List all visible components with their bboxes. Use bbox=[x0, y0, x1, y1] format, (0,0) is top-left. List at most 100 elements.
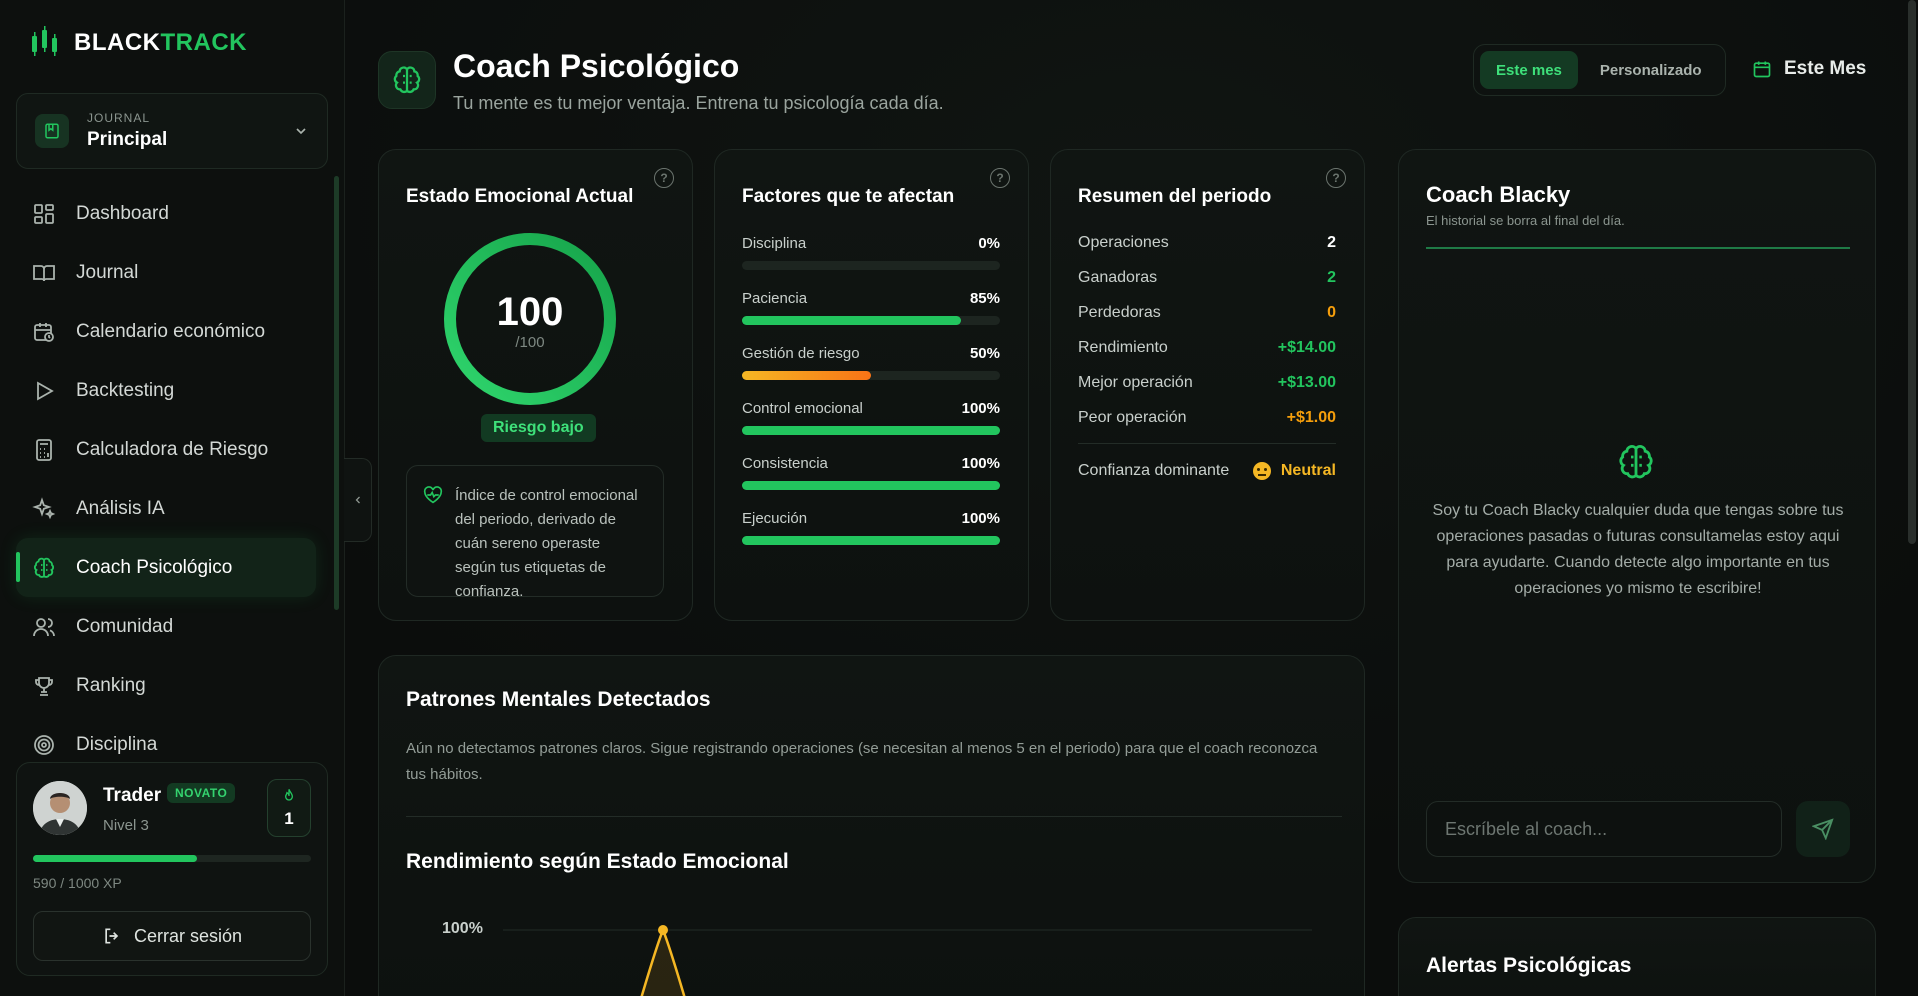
summary-row: Ganadoras 2 bbox=[1078, 269, 1336, 287]
factor-bar bbox=[742, 481, 1000, 490]
factors-card: ? Factores que te afectan Disciplina 0% Pa… bbox=[714, 149, 1029, 621]
factor-row: Disciplina 0% bbox=[742, 235, 1000, 270]
sidebar-item-ranking[interactable]: Ranking bbox=[16, 656, 316, 715]
sidebar-item-dashboard[interactable]: Dashboard bbox=[16, 184, 316, 243]
summary-label: Rendimiento bbox=[1078, 339, 1168, 356]
chart-area-series bbox=[640, 926, 686, 996]
sidebar-item-backtesting[interactable]: Backtesting bbox=[16, 361, 316, 420]
factor-row: Consistencia 100% bbox=[742, 455, 1000, 490]
chat-subtitle: El historial se borra al final del día. bbox=[1426, 213, 1625, 228]
sidebar-item-label: Comunidad bbox=[76, 615, 174, 637]
sidebar-item-label: Análisis IA bbox=[76, 497, 165, 519]
factor-bar-fill bbox=[742, 371, 871, 380]
patterns-text: Aún no detectamos patrones claros. Sigue… bbox=[406, 740, 1318, 783]
sidebar-item-analisis-ia[interactable]: Análisis IA bbox=[16, 479, 316, 538]
users-icon bbox=[33, 617, 55, 636]
avatar-portrait-icon bbox=[33, 781, 87, 835]
neutral-face-icon bbox=[1252, 462, 1271, 480]
sidebar-item-coach-psicologico[interactable]: Coach Psicológico bbox=[16, 538, 316, 597]
summary-value: +$13.00 bbox=[1277, 374, 1336, 391]
chart-peak-point[interactable] bbox=[658, 925, 668, 935]
sidebar-collapse-button[interactable] bbox=[344, 458, 372, 542]
coach-chat-input[interactable] bbox=[1426, 801, 1782, 857]
summary-row: Perdedoras 0 bbox=[1078, 304, 1336, 322]
factor-bar bbox=[742, 371, 1000, 380]
sidebar-item-calculadora[interactable]: Calculadora de Riesgo bbox=[16, 420, 316, 479]
journal-name: Principal bbox=[87, 129, 168, 150]
calendar-clock-icon bbox=[34, 322, 54, 342]
factor-row: Control emocional 100% bbox=[742, 400, 1000, 435]
trophy-icon bbox=[35, 676, 53, 696]
factor-header: Gestión de riesgo 50% bbox=[742, 345, 1000, 362]
factor-header: Paciencia 85% bbox=[742, 290, 1000, 307]
brand-logo[interactable]: BLACKTRACK bbox=[30, 26, 247, 60]
confidence-value: Neutral bbox=[1252, 462, 1336, 480]
factor-bar bbox=[742, 316, 1000, 325]
sidebar-scrollbar[interactable] bbox=[334, 176, 339, 610]
sidebar-item-label: Journal bbox=[76, 261, 139, 283]
send-message-button[interactable] bbox=[1796, 801, 1850, 857]
sidebar-item-comunidad[interactable]: Comunidad bbox=[16, 597, 316, 656]
factor-header: Consistencia 100% bbox=[742, 455, 1000, 472]
sidebar-item-label: Calendario económico bbox=[76, 320, 266, 342]
user-rank-badge: NOVATO bbox=[167, 783, 236, 803]
confidence-row: Confianza dominante Neutral bbox=[1078, 462, 1336, 480]
help-icon[interactable]: ? bbox=[654, 168, 674, 188]
streak-counter[interactable]: 1 bbox=[267, 779, 311, 837]
factor-label: Disciplina bbox=[742, 235, 807, 252]
emotional-state-card: ? Estado Emocional Actual 100 /100 Riesg… bbox=[378, 149, 693, 621]
factor-header: Control emocional 100% bbox=[742, 400, 1000, 417]
heart-pulse-icon bbox=[423, 486, 443, 504]
confidence-value-text: Neutral bbox=[1280, 462, 1336, 479]
target-icon bbox=[34, 734, 54, 755]
factor-bar bbox=[742, 536, 1000, 545]
page-subtitle: Tu mente es tu mejor ventaja. Entrena tu… bbox=[453, 93, 944, 113]
logout-label: Cerrar sesión bbox=[133, 925, 243, 946]
emotional-info-box: Índice de control emocional del periodo,… bbox=[406, 465, 664, 600]
summary-label: Mejor operación bbox=[1078, 374, 1193, 391]
factor-value: 50% bbox=[969, 345, 1000, 362]
factor-row: Ejecución 100% bbox=[742, 510, 1000, 545]
send-icon bbox=[1812, 818, 1834, 840]
summary-divider bbox=[1078, 443, 1336, 444]
factor-label: Gestión de riesgo bbox=[742, 345, 860, 362]
emotional-gauge: 100 /100 bbox=[441, 230, 619, 408]
user-name: Trader bbox=[103, 785, 162, 806]
performance-title: Rendimiento según Estado Emocional bbox=[406, 850, 789, 873]
card-title: Estado Emocional Actual bbox=[406, 186, 634, 207]
summary-value: +$1.00 bbox=[1286, 409, 1336, 426]
factor-bar-fill bbox=[742, 481, 1000, 490]
factor-bar bbox=[742, 261, 1000, 270]
factor-bar-fill bbox=[742, 316, 962, 325]
brain-icon bbox=[1619, 445, 1653, 479]
journal-selector[interactable]: JOURNAL Principal bbox=[16, 93, 328, 169]
brand-name: BLACKTRACK bbox=[74, 29, 247, 56]
logout-button[interactable]: Cerrar sesión bbox=[33, 911, 311, 961]
avatar[interactable] bbox=[33, 781, 87, 835]
sidebar-item-label: Backtesting bbox=[76, 379, 175, 401]
sidebar-item-calendario[interactable]: Calendario económico bbox=[16, 302, 316, 361]
date-range-toggle: Este mes Personalizado bbox=[1473, 44, 1726, 96]
gauge-max: /100 bbox=[515, 334, 545, 351]
app-root: BLACKTRACK JOURNAL Principal Dashboard J… bbox=[0, 0, 1918, 996]
summary-value: 2 bbox=[1327, 234, 1336, 251]
performance-chart bbox=[503, 925, 1312, 996]
range-option-este-mes[interactable]: Este mes bbox=[1480, 51, 1578, 89]
factor-header: Disciplina 0% bbox=[742, 235, 1000, 252]
help-icon[interactable]: ? bbox=[1326, 168, 1346, 188]
range-option-personalizado[interactable]: Personalizado bbox=[1584, 51, 1718, 89]
sidebar: BLACKTRACK JOURNAL Principal Dashboard J… bbox=[0, 0, 345, 996]
xp-progress-fill bbox=[33, 855, 198, 862]
xp-progress-bar bbox=[33, 855, 311, 862]
sidebar-item-journal[interactable]: Journal bbox=[16, 243, 316, 302]
month-picker[interactable]: Este Mes bbox=[1752, 58, 1866, 80]
candlestick-logo-icon bbox=[32, 26, 57, 56]
user-level: Nivel 3 bbox=[103, 817, 149, 834]
summary-row: Mejor operación +$13.00 bbox=[1078, 374, 1336, 392]
sidebar-item-label: Calculadora de Riesgo bbox=[76, 438, 269, 460]
sidebar-item-label: Dashboard bbox=[76, 202, 169, 224]
page-scrollbar[interactable] bbox=[1908, 0, 1916, 544]
help-icon[interactable]: ? bbox=[990, 168, 1010, 188]
sparkles-icon bbox=[32, 496, 56, 519]
summary-label: Ganadoras bbox=[1078, 269, 1158, 286]
